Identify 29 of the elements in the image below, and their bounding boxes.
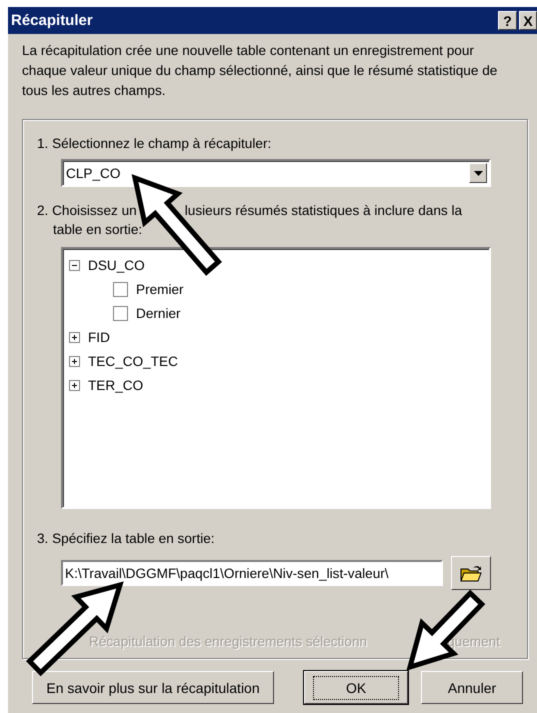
- dialog-button[interactable]: Annuler: [421, 671, 523, 704]
- open-folder-button[interactable]: [451, 556, 491, 590]
- tree-item[interactable]: TER_CO: [88, 378, 144, 392]
- help-button[interactable]: ?: [498, 11, 517, 30]
- window-title: Récapituler: [11, 12, 93, 29]
- statistics-label: 2. Choisissez un: [37, 202, 137, 220]
- field-dropdown[interactable]: CLP_CO: [61, 159, 491, 187]
- output-path-field[interactable]: K:\Travail\DGGMF\paqcl1\Orniere\Niv-sen_list-valeur\: [61, 560, 443, 586]
- collapse-icon[interactable]: [69, 260, 80, 270]
- expand-icon[interactable]: [69, 356, 80, 366]
- dropdown-caret-icon[interactable]: [469, 163, 487, 183]
- checkbox-label: Dernier: [136, 306, 181, 320]
- tree-item[interactable]: TEC_CO_TEC: [88, 354, 178, 368]
- checkbox-label: Premier: [136, 282, 184, 296]
- output-label: 3. Spécifiez la table en sortie:: [37, 530, 216, 548]
- close-button[interactable]: X: [519, 11, 537, 30]
- description-text: La récapitulation crée une nouvelle table contenant un enregistrement pour chaque valeur unique du champ sélectionné, ainsi que le résumé statistique de tous les autres champs.: [22, 42, 498, 100]
- checkbox[interactable]: [113, 306, 128, 320]
- checkbox[interactable]: [113, 282, 128, 296]
- dialog-button[interactable]: En savoir plus sur la récapitulation: [32, 671, 274, 704]
- statistics-label: table en sortie:: [52, 221, 144, 239]
- statistics-label: lusieurs résumés statistiques à inclure dans la: [184, 202, 462, 220]
- field-label: 1. Sélectionnez le champ à récapituler:: [37, 135, 272, 153]
- expand-icon[interactable]: [69, 380, 80, 390]
- expand-icon[interactable]: [69, 332, 80, 342]
- folder-icon: [460, 564, 482, 582]
- dialog-button[interactable]: OK: [304, 671, 408, 704]
- tree-item[interactable]: FID: [88, 330, 110, 344]
- tree-item[interactable]: DSU_CO: [88, 258, 145, 272]
